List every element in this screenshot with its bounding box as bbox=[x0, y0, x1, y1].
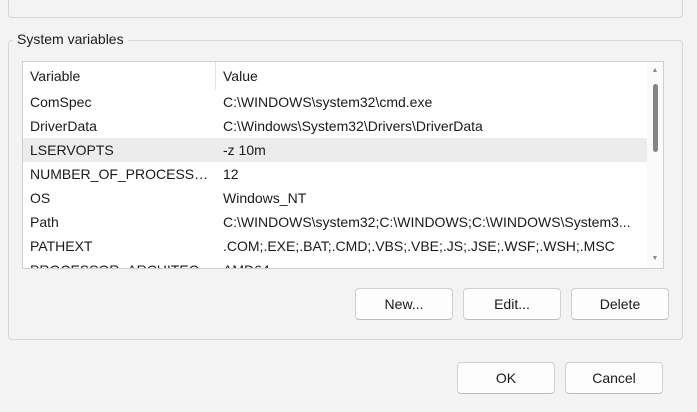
column-header-variable[interactable]: Variable bbox=[23, 62, 216, 90]
new-variable-button[interactable]: New... bbox=[355, 288, 453, 320]
delete-variable-button[interactable]: Delete bbox=[571, 288, 669, 320]
list-header: Variable Value bbox=[23, 62, 648, 90]
ok-button[interactable]: OK bbox=[457, 362, 555, 394]
system-variables-label: System variables bbox=[13, 31, 128, 47]
edit-variable-button[interactable]: Edit... bbox=[463, 288, 561, 320]
variable-value: C:\WINDOWS\system32;C:\WINDOWS;C:\WINDOW… bbox=[223, 214, 631, 230]
variable-name: LSERVOPTS bbox=[30, 142, 114, 158]
variable-value: -z 10m bbox=[223, 142, 266, 158]
variable-value: C:\Windows\System32\Drivers\DriverData bbox=[223, 118, 483, 134]
scrollbar-thumb[interactable] bbox=[653, 84, 658, 152]
table-row[interactable]: PROCESSOR_ARCHITECTU... AMD64 bbox=[23, 258, 648, 268]
variable-name: DriverData bbox=[30, 118, 97, 134]
system-variables-list[interactable]: Variable Value ComSpec C:\WINDOWS\system… bbox=[22, 61, 664, 269]
table-row[interactable]: NUMBER_OF_PROCESSORS 12 bbox=[23, 162, 648, 186]
table-row[interactable]: OS Windows_NT bbox=[23, 186, 648, 210]
variable-value: Windows_NT bbox=[223, 190, 307, 206]
variable-name: ComSpec bbox=[30, 94, 92, 110]
variable-name: OS bbox=[30, 190, 51, 206]
table-row-selected[interactable]: LSERVOPTS -z 10m bbox=[23, 138, 648, 162]
variable-value: C:\WINDOWS\system32\cmd.exe bbox=[223, 94, 433, 110]
variable-name: PATHEXT bbox=[30, 238, 93, 254]
table-row[interactable]: DriverData C:\Windows\System32\Drivers\D… bbox=[23, 114, 648, 138]
table-row[interactable]: PATHEXT .COM;.EXE;.BAT;.CMD;.VBS;.VBE;.J… bbox=[23, 234, 648, 258]
variable-name: Path bbox=[30, 214, 59, 230]
variable-value: .COM;.EXE;.BAT;.CMD;.VBS;.VBE;.JS;.JSE;.… bbox=[223, 238, 615, 254]
chevron-down-icon[interactable]: ▼ bbox=[647, 252, 663, 266]
variable-value: 12 bbox=[223, 166, 239, 182]
variable-value: AMD64 bbox=[223, 258, 641, 268]
vertical-scrollbar[interactable]: ▲ ▼ bbox=[647, 62, 663, 268]
user-variables-group-edge bbox=[8, 0, 683, 18]
cancel-button[interactable]: Cancel bbox=[565, 362, 663, 394]
variable-name: NUMBER_OF_PROCESSORS bbox=[30, 166, 216, 182]
column-header-value[interactable]: Value bbox=[216, 62, 648, 90]
table-row[interactable]: Path C:\WINDOWS\system32;C:\WINDOWS;C:\W… bbox=[23, 210, 648, 234]
table-row[interactable]: ComSpec C:\WINDOWS\system32\cmd.exe bbox=[23, 90, 648, 114]
variable-name: PROCESSOR_ARCHITECTU... bbox=[30, 258, 216, 268]
list-rows: ComSpec C:\WINDOWS\system32\cmd.exe Driv… bbox=[23, 90, 648, 268]
chevron-up-icon[interactable]: ▲ bbox=[647, 64, 663, 78]
